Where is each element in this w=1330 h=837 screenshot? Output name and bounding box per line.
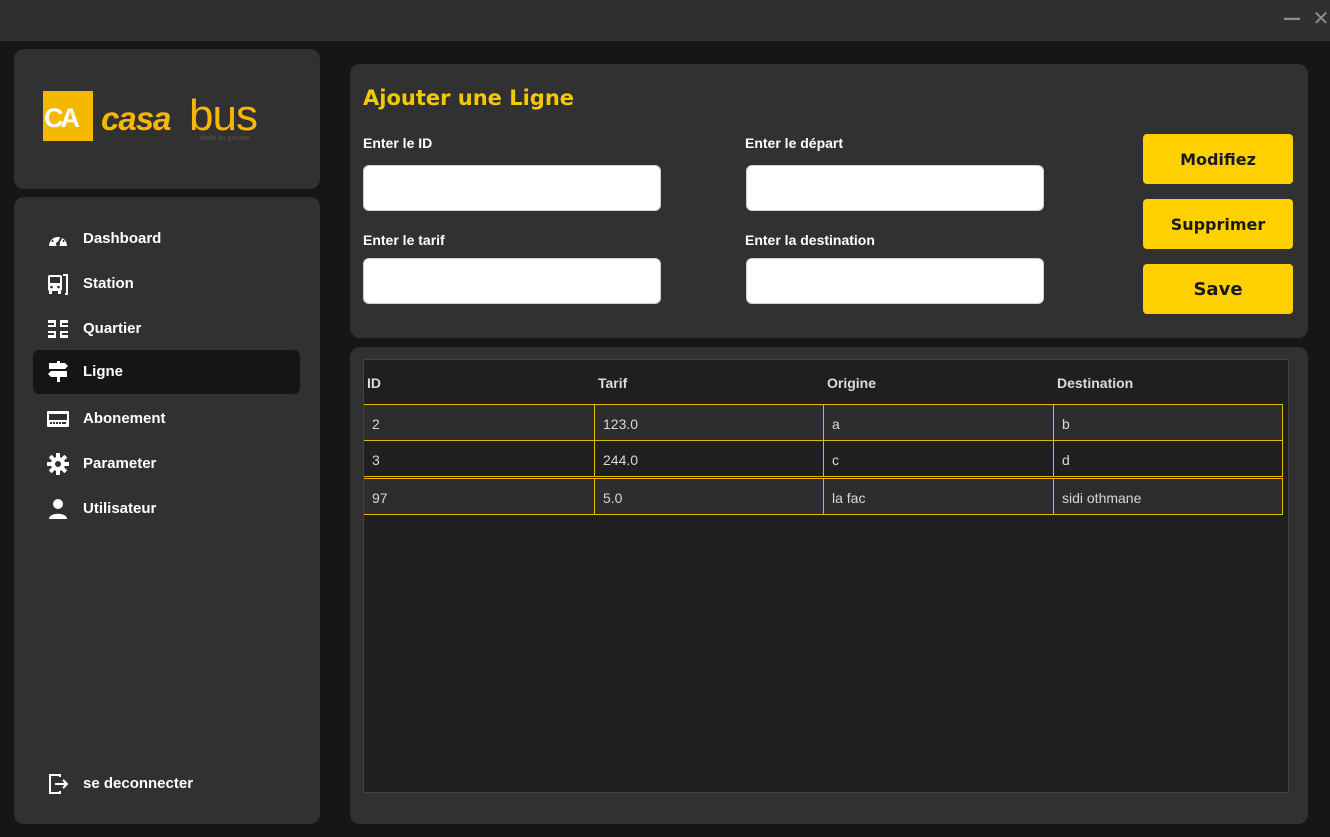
column-header-origine[interactable]: Origine xyxy=(827,375,876,391)
minimize-button[interactable]: — xyxy=(1280,6,1304,30)
card-icon xyxy=(47,408,69,430)
column-header-tarif[interactable]: Tarif xyxy=(598,375,627,391)
cell-origine: c xyxy=(823,441,1053,476)
logo-panel: CA casa bus filiale du groupe xyxy=(14,49,320,189)
cell-id: 97 xyxy=(372,490,388,506)
tarif-input[interactable] xyxy=(363,258,661,304)
lines-table: ID Tarif Origine Destination 2 123.0 a b… xyxy=(363,359,1289,793)
id-input[interactable] xyxy=(363,165,661,211)
casabus-logo: CA casa bus filiale du groupe xyxy=(43,91,283,142)
depart-label: Enter le départ xyxy=(745,135,844,151)
destination-label: Enter la destination xyxy=(745,232,875,248)
logo-subtitle: filiale du groupe xyxy=(200,135,250,142)
logout-label: se deconnecter xyxy=(83,775,194,792)
logout-icon xyxy=(47,773,69,795)
signpost-icon xyxy=(47,361,69,383)
cell-destination: d xyxy=(1053,441,1283,476)
cell-origine: a xyxy=(823,405,1053,440)
cell-id: 3 xyxy=(372,452,380,468)
id-label: Enter le ID xyxy=(363,135,433,151)
sidebar-item-label: Abonement xyxy=(83,410,166,427)
sidebar-item-dashboard[interactable]: Dashboard xyxy=(33,217,300,261)
sidebar-item-quartier[interactable]: Quartier xyxy=(33,307,300,351)
column-header-id[interactable]: ID xyxy=(367,375,381,391)
add-line-form: Ajouter une Ligne Enter le ID Enter le d… xyxy=(350,64,1308,338)
tarif-label: Enter le tarif xyxy=(363,232,445,248)
lines-table-panel: ID Tarif Origine Destination 2 123.0 a b… xyxy=(350,347,1308,824)
table-row[interactable]: 3 244.0 c d xyxy=(364,440,1283,477)
sidebar-item-label: Ligne xyxy=(83,363,123,380)
table-row[interactable]: 97 5.0 la fac sidi othmane xyxy=(364,478,1283,515)
sidebar-item-label: Station xyxy=(83,275,134,292)
speedometer-icon xyxy=(47,228,69,250)
sidebar-item-station[interactable]: Station xyxy=(33,262,300,306)
sidebar-item-utilisateur[interactable]: Utilisateur xyxy=(33,487,300,531)
table-header: ID Tarif Origine Destination xyxy=(364,360,1284,405)
gear-icon xyxy=(47,453,69,475)
delete-button[interactable]: Supprimer xyxy=(1143,199,1293,249)
table-row[interactable]: 2 123.0 a b xyxy=(364,404,1283,441)
close-icon: ✕ xyxy=(1312,6,1330,30)
close-button[interactable]: ✕ xyxy=(1309,6,1330,30)
sidebar-item-label: Parameter xyxy=(83,455,157,472)
save-button[interactable]: Save xyxy=(1143,264,1293,314)
logout-button[interactable]: se deconnecter xyxy=(33,762,300,806)
cell-destination: b xyxy=(1053,405,1283,440)
sidebar-item-ligne[interactable]: Ligne xyxy=(33,350,300,394)
form-title: Ajouter une Ligne xyxy=(363,86,575,110)
cell-tarif: 244.0 xyxy=(594,441,823,476)
minimize-icon: — xyxy=(1283,7,1301,29)
sidebar-item-parameter[interactable]: Parameter xyxy=(33,442,300,486)
user-icon xyxy=(47,498,69,520)
destination-input[interactable] xyxy=(746,258,1044,304)
modify-button[interactable]: Modifiez xyxy=(1143,134,1293,184)
logo-word-bus: bus xyxy=(189,91,258,140)
logo-mark: CA xyxy=(43,91,93,141)
sidebar-item-label: Utilisateur xyxy=(83,500,157,517)
cell-destination: sidi othmane xyxy=(1053,479,1283,514)
sidebar-item-abonement[interactable]: Abonement xyxy=(33,397,300,441)
district-grid-icon xyxy=(47,318,69,340)
cell-origine: la fac xyxy=(823,479,1053,514)
bus-icon xyxy=(47,273,69,295)
logo-word-casa: casa xyxy=(101,100,171,137)
cell-tarif: 123.0 xyxy=(594,405,823,440)
column-header-destination[interactable]: Destination xyxy=(1057,375,1133,391)
sidebar-nav: Dashboard Station Quartier Ligne Aboneme… xyxy=(14,197,320,824)
sidebar-item-label: Quartier xyxy=(83,320,142,337)
title-bar: — ✕ xyxy=(0,0,1330,41)
cell-tarif: 5.0 xyxy=(594,479,823,514)
sidebar-item-label: Dashboard xyxy=(83,230,162,247)
cell-id: 2 xyxy=(372,416,380,432)
depart-input[interactable] xyxy=(746,165,1044,211)
